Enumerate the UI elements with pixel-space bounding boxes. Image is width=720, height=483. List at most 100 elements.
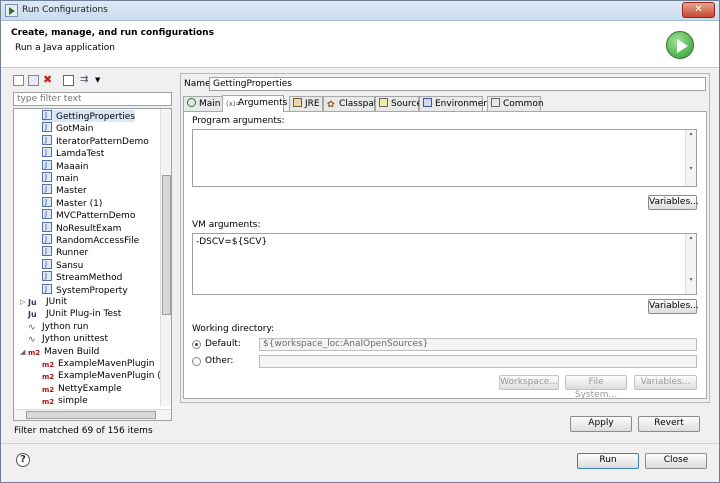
classpath-tab-icon: ✿ (327, 100, 335, 110)
java-app-icon (42, 283, 52, 295)
tree-item-label: JUnit Plug-in Test (46, 309, 122, 320)
duplicate-config-icon[interactable] (28, 75, 39, 86)
java-app-icon (42, 134, 52, 146)
tree-item-label: Maven Build (44, 346, 100, 357)
maven-icon: m2 (42, 361, 55, 369)
tree-item[interactable]: Master (42, 183, 87, 196)
file-system-button[interactable]: File System... (565, 375, 627, 400)
tree-item[interactable]: GettingProperties (42, 109, 135, 122)
tree-item[interactable]: MVCPatternDemo (42, 208, 135, 221)
java-app-icon (42, 208, 52, 220)
dialog-title: Create, manage, and run configurations (11, 28, 214, 38)
tree-item[interactable]: m2 simple (42, 395, 88, 407)
other-radio[interactable] (192, 357, 201, 366)
tree-item[interactable]: GotMain (42, 121, 94, 135)
tree-item[interactable]: ∿ Jython unittest (28, 333, 108, 345)
footer-divider (1, 443, 719, 444)
tree-item-label: SystemProperty (56, 285, 128, 296)
program-variables-button[interactable]: Variables... (648, 195, 699, 210)
tree-item[interactable]: NoResultExam (42, 221, 121, 234)
run-button[interactable]: Run (577, 453, 639, 469)
view-menu-icon[interactable]: ▼ (95, 75, 106, 86)
filter-input[interactable] (13, 92, 172, 106)
tree-item[interactable]: LamdaTest (42, 146, 104, 159)
working-dir-variables-button[interactable]: Variables... (634, 375, 697, 390)
revert-button[interactable]: Revert (638, 416, 700, 432)
common-tab-icon (491, 98, 500, 107)
tree-item[interactable]: Sansu (42, 258, 84, 271)
maven-icon: m2 (42, 385, 55, 394)
tree-item[interactable]: StreamMethod (42, 270, 123, 284)
vm-args-scrollbar[interactable]: ▴ ▾ (685, 234, 696, 294)
tree-item[interactable]: m2 NettyExample (42, 383, 122, 395)
tab-main[interactable]: Main (183, 96, 223, 111)
tree-item[interactable]: ◢ m2 Maven Build (20, 346, 99, 358)
tree-item[interactable]: ∿ Jython run (28, 321, 88, 333)
tree-item-label: Jython run (42, 321, 89, 332)
delete-config-icon[interactable]: ✖ (43, 74, 54, 86)
program-args-scrollbar[interactable]: ▴ ▾ (685, 130, 696, 186)
workspace-button[interactable]: Workspace... (499, 375, 559, 390)
default-label: Default: (205, 339, 241, 349)
window-close-button[interactable]: ✕ (682, 2, 715, 18)
apply-button[interactable]: Apply (570, 416, 632, 432)
title-bar: Run Configurations ✕ (1, 1, 719, 21)
configuration-editor: Name: GettingProperties Main (x)=Argumen… (180, 73, 710, 403)
tab-arguments[interactable]: (x)=Arguments (222, 95, 287, 112)
tree-item[interactable]: IteratorPatternDemo (42, 134, 149, 147)
tree-item[interactable]: Runner (42, 245, 89, 259)
junit-icon: Ju (28, 298, 37, 307)
expander-icon[interactable]: ▷ (20, 296, 28, 308)
name-field[interactable]: GettingProperties (209, 77, 706, 91)
java-app-icon (42, 183, 52, 195)
tree-item-label: Master (1) (56, 198, 103, 209)
tree-item[interactable]: Master (1) (42, 196, 103, 209)
tab-common[interactable]: Common (487, 96, 544, 111)
tree-item[interactable]: Ju JUnit Plug-in Test (28, 308, 121, 320)
tab-jre[interactable]: JRE (289, 96, 323, 111)
tree-item[interactable]: main (42, 171, 79, 184)
program-arguments-textarea[interactable]: ▴ ▾ (192, 129, 697, 187)
tree-item-label: GotMain (56, 124, 94, 135)
tree-item[interactable]: Maaain (42, 159, 89, 172)
tab-environment[interactable]: Environment (419, 96, 492, 111)
dialog-subtitle: Run a Java application (15, 43, 116, 53)
scroll-thumb[interactable] (162, 175, 171, 315)
tree-horizontal-scrollbar[interactable] (14, 409, 171, 420)
scroll-thumb[interactable] (26, 411, 156, 419)
vm-arguments-textarea[interactable]: -DSCV=${SCV} ▴ ▾ (192, 233, 697, 295)
help-icon[interactable]: ? (16, 453, 30, 467)
window-title: Run Configurations (22, 5, 108, 15)
java-app-icon (42, 146, 52, 158)
java-app-icon (42, 159, 52, 171)
filter-icon[interactable]: ⇉ (80, 75, 91, 86)
tree-vertical-scrollbar[interactable] (160, 109, 171, 406)
tree-item-label: Sansu (56, 260, 84, 271)
new-config-icon[interactable] (13, 75, 24, 86)
tree-item[interactable]: SystemProperty (42, 283, 128, 296)
tab-classpath[interactable]: ✿ Classpath (323, 96, 383, 111)
source-tab-icon (379, 98, 388, 107)
vm-variables-button[interactable]: Variables... (648, 299, 699, 314)
java-app-icon (42, 258, 52, 270)
tree-item[interactable]: m2 ExampleMavenPlugin (42, 358, 154, 370)
default-directory-field: ${workspace_loc:AnalOpenSources} (259, 338, 697, 351)
tree-item[interactable]: m2 ExampleMavenPlugin (1) (42, 370, 170, 382)
tree-item-label: Runner (56, 248, 89, 259)
collapse-all-icon[interactable] (63, 75, 74, 86)
configuration-tree[interactable]: GettingProperties GotMainIteratorPatternD… (13, 108, 172, 421)
tree-item[interactable]: RandomAccessFile (42, 233, 139, 246)
default-radio[interactable] (192, 340, 201, 349)
jython-icon: ∿ (28, 322, 36, 333)
tree-item-label: ExampleMavenPlugin (58, 359, 155, 369)
tab-source[interactable]: Source (375, 96, 422, 111)
program-arguments-label: Program arguments: (192, 116, 285, 126)
close-button[interactable]: Close (645, 453, 707, 469)
main-tab-icon (187, 98, 196, 107)
tree-item[interactable]: ▷ Ju JUnit (20, 296, 67, 308)
tree-item-label: simple (58, 396, 88, 407)
tree-item-label: StreamMethod (56, 273, 123, 284)
tree-item-label: IteratorPatternDemo (56, 136, 149, 147)
run-icon (666, 31, 694, 59)
expander-icon[interactable]: ◢ (20, 346, 28, 358)
